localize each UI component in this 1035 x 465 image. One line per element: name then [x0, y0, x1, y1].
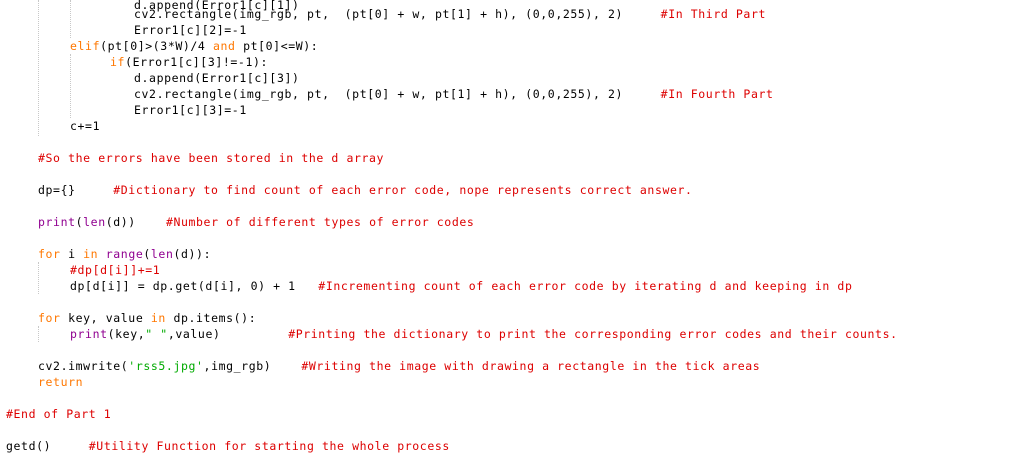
- comment-token: #Number of different types of error code…: [135, 215, 475, 229]
- comment-token: #In Third Part: [623, 7, 766, 21]
- code-line[interactable]: print(len(d)) #Number of different types…: [0, 214, 474, 230]
- comment-token: #Utility Function for starting the whole…: [51, 439, 450, 453]
- code-token: getd(): [6, 439, 52, 453]
- code-token: cv2.rectangle(img_rgb, pt, (pt[0] + w, p…: [134, 87, 624, 101]
- code-line[interactable]: c+=1: [0, 118, 100, 134]
- string-token: 'rss5.jpg': [128, 359, 204, 373]
- code-token: (: [143, 247, 151, 261]
- code-token: Error1[c][3]=-1: [134, 103, 247, 117]
- code-editor[interactable]: d.append(Error1[c][1]) cv2.rectangle(img_…: [0, 0, 1035, 465]
- comment-token: #Writing the image with drawing a rectan…: [271, 359, 761, 373]
- code-line[interactable]: #So the errors have been stored in the d…: [0, 150, 384, 166]
- code-line[interactable]: d.append(Error1[c][3]): [0, 70, 300, 86]
- code-token: (pt[0]>(3*W)/4: [100, 39, 213, 53]
- code-token: (Error1[c][3]!=-1):: [125, 55, 269, 69]
- code-line[interactable]: return: [0, 374, 83, 390]
- code-token: pt[0]<=W):: [235, 39, 319, 53]
- builtin-token: len: [83, 215, 106, 229]
- code-token: cv2.imwrite(: [38, 359, 129, 373]
- keyword-token: and: [212, 39, 236, 53]
- comment-token: #Printing the dictionary to print the co…: [220, 327, 898, 341]
- code-line[interactable]: cv2.rectangle(img_rgb, pt, (pt[0] + w, p…: [0, 6, 766, 22]
- builtin-token: print: [70, 327, 108, 341]
- code-line[interactable]: #dp[d[i]]+=1: [0, 262, 160, 278]
- code-line[interactable]: dp[d[i]] = dp.get(d[i], 0) + 1 #Incremen…: [0, 278, 852, 294]
- keyword-token: elif: [70, 39, 101, 53]
- builtin-token: print: [38, 215, 76, 229]
- builtin-token: range: [105, 247, 144, 261]
- code-token: Error1[c][2]=-1: [134, 23, 247, 37]
- code-line[interactable]: for key, value in dp.items():: [0, 310, 256, 326]
- code-line[interactable]: elif(pt[0]>(3*W)/4 and pt[0]<=W):: [0, 38, 318, 54]
- code-line[interactable]: Error1[c][2]=-1: [0, 22, 247, 38]
- keyword-token: if: [110, 55, 126, 69]
- code-token: dp[d[i]] = dp.get(d[i], 0) + 1: [70, 279, 296, 293]
- keyword-token: in: [83, 247, 99, 261]
- code-token: ,value): [167, 327, 221, 341]
- code-line[interactable]: cv2.rectangle(img_rgb, pt, (pt[0] + w, p…: [0, 86, 774, 102]
- keyword-token: in: [150, 311, 166, 325]
- builtin-token: len: [150, 247, 174, 261]
- code-line[interactable]: getd() #Utility Function for starting th…: [0, 438, 450, 454]
- comment-token: #Incrementing count of each error code b…: [295, 279, 853, 293]
- code-line[interactable]: Error1[c][3]=-1: [0, 102, 247, 118]
- comment-token: #In Fourth Part: [623, 87, 774, 101]
- code-line[interactable]: #End of Part 1: [0, 406, 111, 422]
- comment-token: #So the errors have been stored in the d…: [38, 151, 385, 165]
- code-token: i: [60, 247, 84, 261]
- keyword-token: return: [38, 375, 84, 389]
- code-token: cv2.rectangle(img_rgb, pt, (pt[0] + w, p…: [134, 7, 624, 21]
- keyword-token: for: [38, 311, 61, 325]
- comment-token: #Dictionary to find count of each error …: [75, 183, 693, 197]
- string-token: " ": [145, 327, 168, 341]
- code-token: dp.items():: [165, 311, 257, 325]
- code-line[interactable]: if(Error1[c][3]!=-1):: [0, 54, 268, 70]
- code-line[interactable]: print(key," ",value) #Printing the dicti…: [0, 326, 898, 342]
- code-token: ,img_rgb): [203, 359, 272, 373]
- code-line[interactable]: cv2.imwrite('rss5.jpg',img_rgb) #Writing…: [0, 358, 760, 374]
- comment-token: #dp[d[i]]+=1: [70, 263, 161, 277]
- code-token: d.append(Error1[c][3]): [134, 71, 300, 85]
- comment-token: #End of Part 1: [6, 407, 112, 421]
- code-token: key, value: [60, 311, 151, 325]
- keyword-token: for: [38, 247, 61, 261]
- code-token: (key,: [107, 327, 146, 341]
- code-token: (d)): [105, 215, 136, 229]
- code-token: c+=1: [70, 119, 101, 133]
- code-line[interactable]: dp={} #Dictionary to find count of each …: [0, 182, 693, 198]
- code-line[interactable]: for i in range(len(d)):: [0, 246, 211, 262]
- code-token: dp={}: [38, 183, 76, 197]
- code-token: (d)):: [173, 247, 212, 261]
